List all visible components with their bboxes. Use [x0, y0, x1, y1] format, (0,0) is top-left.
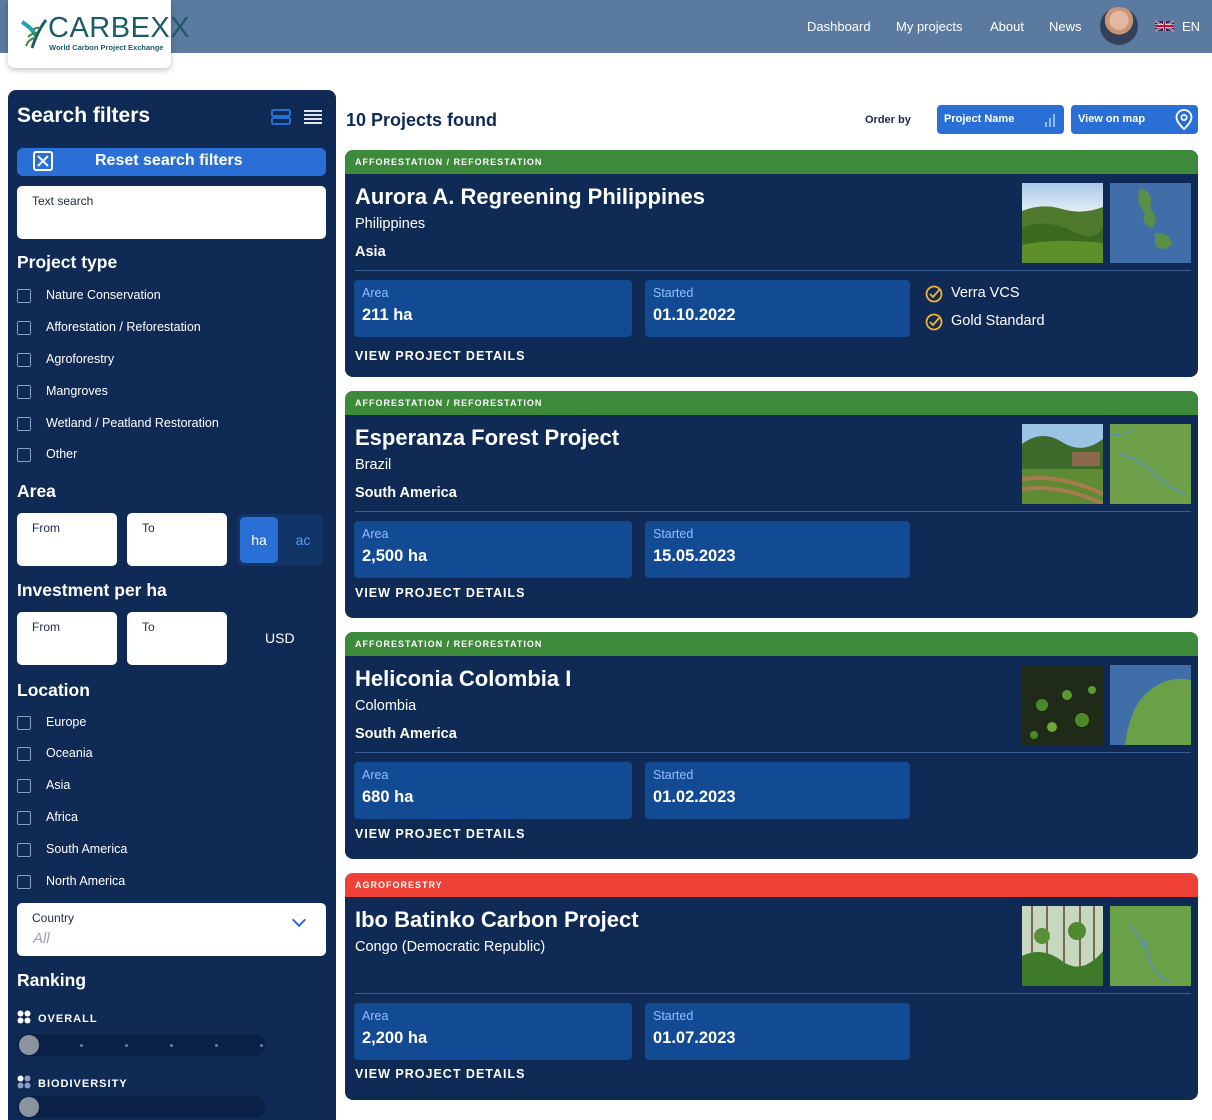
- map-pin-icon: [1175, 109, 1193, 130]
- project-country: Brazil: [355, 457, 392, 473]
- biodiversity-rank-icon: [17, 1075, 31, 1089]
- view-project-details-link[interactable]: VIEW PROJECT DETAILS: [355, 1067, 525, 1081]
- sort-bars-icon: [1045, 114, 1055, 127]
- card-divider: [355, 993, 1191, 994]
- ranking-biodiversity-label: BIODIVERSITY: [17, 1075, 128, 1090]
- overall-ranking-slider[interactable]: [17, 1034, 265, 1056]
- project-country: Colombia: [355, 698, 417, 714]
- logo-title: CARBEXX: [48, 12, 191, 44]
- project-region: South America: [355, 726, 457, 742]
- reset-search-filters-button[interactable]: Reset search filters: [17, 148, 326, 176]
- project-card[interactable]: AFFORESTATION / REFORESTATION Heliconia …: [345, 632, 1198, 859]
- projects-found-count: 10 Projects found: [346, 110, 498, 130]
- unit-ha-button[interactable]: ha: [240, 517, 278, 563]
- currency-label: USD: [265, 630, 295, 646]
- list-view-icon[interactable]: [303, 109, 323, 125]
- nav-my-projects[interactable]: My projects: [896, 19, 962, 34]
- project-photo: [1022, 665, 1103, 745]
- overall-rank-icon: [17, 1010, 31, 1024]
- project-category-banner: AGROFORESTRY: [345, 873, 1198, 897]
- view-project-details-link[interactable]: VIEW PROJECT DETAILS: [355, 349, 525, 363]
- country-label: Country: [32, 911, 75, 925]
- project-name[interactable]: Ibo Batinko Carbon Project: [355, 907, 639, 933]
- area-stat: Area 2,500 ha: [354, 521, 632, 578]
- ranking-overall-label: OVERALL: [17, 1010, 98, 1025]
- project-photo: [1022, 424, 1103, 504]
- area-heading: Area: [17, 481, 56, 501]
- project-country: Philippines: [355, 216, 426, 232]
- project-photo: [1022, 906, 1103, 986]
- investment-to-input[interactable]: To: [127, 612, 227, 665]
- slider-handle[interactable]: [19, 1097, 39, 1117]
- area-from-input[interactable]: From: [17, 513, 117, 566]
- uk-flag-icon[interactable]: [1155, 19, 1174, 33]
- view-project-details-link[interactable]: VIEW PROJECT DETAILS: [355, 827, 525, 841]
- search-filters-sidebar: Search filters Reset search filters Text…: [8, 90, 336, 1120]
- view-on-map-button[interactable]: View on map: [1071, 105, 1198, 134]
- area-stat: Area 680 ha: [354, 762, 632, 819]
- project-card[interactable]: AGROFORESTRY Ibo Batinko Carbon Project …: [345, 873, 1198, 1100]
- project-card[interactable]: AFFORESTATION / REFORESTATION Aurora A. …: [345, 150, 1198, 377]
- card-divider: [355, 511, 1191, 512]
- project-location-map: [1110, 906, 1191, 986]
- country-select[interactable]: Country All: [17, 903, 326, 956]
- chevron-down-icon: [291, 912, 307, 928]
- project-name[interactable]: Heliconia Colombia I: [355, 666, 571, 692]
- project-category-banner: AFFORESTATION / REFORESTATION: [345, 632, 1198, 656]
- close-box-icon: [33, 151, 53, 171]
- started-stat: Started 01.07.2023: [645, 1003, 910, 1060]
- logo-subtitle: World Carbon Project Exchange: [49, 43, 164, 52]
- project-location-map: [1110, 665, 1191, 745]
- investment-from-input[interactable]: From: [17, 612, 117, 665]
- check-circle-icon: [925, 285, 943, 303]
- sidebar-title: Search filters: [17, 104, 151, 127]
- check-circle-icon: [925, 313, 943, 331]
- project-name[interactable]: Esperanza Forest Project: [355, 425, 619, 451]
- card-divider: [355, 270, 1191, 271]
- nav-about[interactable]: About: [990, 19, 1024, 34]
- sort-project-name-button[interactable]: Project Name: [937, 105, 1064, 134]
- area-stat: Area 2,200 ha: [354, 1003, 632, 1060]
- country-value: All: [33, 930, 50, 947]
- text-search-input[interactable]: Text search: [17, 186, 326, 239]
- language-selector[interactable]: EN: [1182, 19, 1200, 34]
- logo-leaf-icon: [20, 19, 48, 49]
- area-to-input[interactable]: To: [127, 513, 227, 566]
- nav-news[interactable]: News: [1049, 19, 1082, 34]
- user-avatar[interactable]: [1100, 7, 1138, 45]
- location-heading: Location: [17, 680, 90, 700]
- text-search-label: Text search: [32, 194, 94, 208]
- unit-ac-button[interactable]: ac: [285, 517, 321, 563]
- project-country: Congo (Democratic Republic): [355, 939, 546, 955]
- project-location-map: [1110, 424, 1191, 504]
- investment-heading: Investment per ha: [17, 580, 167, 600]
- started-stat: Started 01.10.2022: [645, 280, 910, 337]
- project-photo: [1022, 183, 1103, 263]
- card-divider: [355, 752, 1191, 753]
- reset-label: Reset search filters: [95, 152, 243, 169]
- view-project-details-link[interactable]: VIEW PROJECT DETAILS: [355, 586, 525, 600]
- started-stat: Started 01.02.2023: [645, 762, 910, 819]
- biodiversity-ranking-slider[interactable]: [17, 1096, 265, 1118]
- project-category-banner: AFFORESTATION / REFORESTATION: [345, 150, 1198, 174]
- project-card[interactable]: AFFORESTATION / REFORESTATION Esperanza …: [345, 391, 1198, 618]
- area-stat: Area 211 ha: [354, 280, 632, 337]
- slider-handle[interactable]: [19, 1035, 39, 1055]
- project-name[interactable]: Aurora A. Regreening Philippines: [355, 184, 705, 210]
- project-location-map: [1110, 183, 1191, 263]
- order-by-label: Order by: [865, 114, 911, 126]
- card-view-icon[interactable]: [271, 109, 291, 125]
- project-region: Asia: [355, 244, 386, 260]
- project-type-heading: Project type: [17, 252, 118, 272]
- project-region: South America: [355, 485, 457, 501]
- project-category-banner: AFFORESTATION / REFORESTATION: [345, 391, 1198, 415]
- carbexx-logo[interactable]: CARBEXX World Carbon Project Exchange: [8, 0, 190, 68]
- ranking-heading: Ranking: [17, 970, 87, 990]
- area-unit-toggle: ha ac: [237, 514, 323, 566]
- nav-dashboard[interactable]: Dashboard: [807, 19, 871, 34]
- started-stat: Started 15.05.2023: [645, 521, 910, 578]
